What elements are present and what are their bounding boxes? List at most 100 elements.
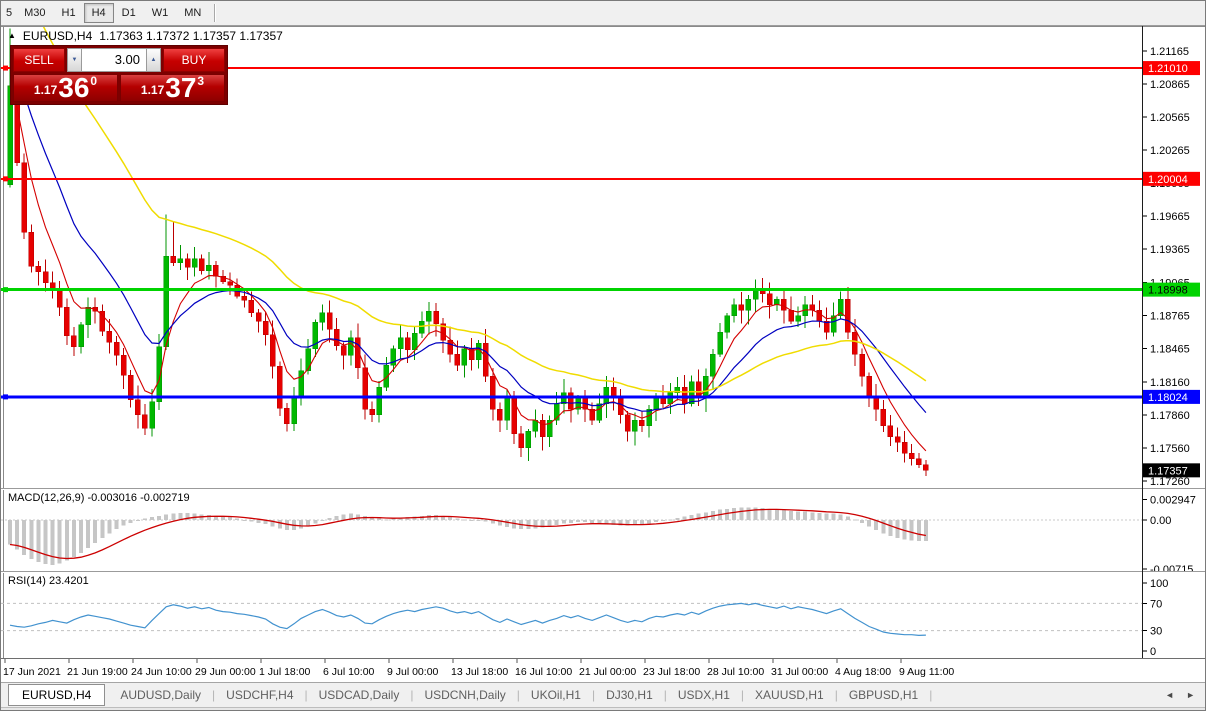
chart-tab-eurusd-h4[interactable]: EURUSD,H4 <box>8 684 106 706</box>
chart-tab-usdcad-daily[interactable]: USDCAD,Daily <box>309 685 410 705</box>
macd-histogram-bar <box>703 512 708 520</box>
tab-separator: | <box>740 688 745 702</box>
macd-histogram-bar <box>583 520 588 523</box>
timeframe-button-mn[interactable]: MN <box>176 3 209 23</box>
chart-tab-dj30-h1[interactable]: DJ30,H1 <box>596 685 663 705</box>
buy-price-display[interactable]: 1.17 37 3 <box>120 74 225 102</box>
chart-tab-xauusd-h1[interactable]: XAUUSD,H1 <box>745 685 834 705</box>
macd-histogram-bar <box>590 520 595 523</box>
macd-histogram-bar <box>150 517 154 520</box>
candle-body <box>660 398 666 405</box>
macd-histogram-bar <box>561 520 566 524</box>
macd-histogram-bar <box>789 510 793 520</box>
candle-body <box>525 431 532 449</box>
chart-tab-usdx-h1[interactable]: USDX,H1 <box>668 685 740 705</box>
timeframe-button-h1[interactable]: H1 <box>54 3 84 23</box>
sell-button[interactable]: SELL <box>13 48 65 72</box>
chart-frame: 1.211651.208651.205651.202651.199651.196… <box>1 26 1206 682</box>
volume-spinner: ▼ 3.00 ▲ <box>67 48 161 72</box>
candle-body <box>845 299 851 333</box>
candle-body <box>248 300 255 313</box>
chart-tab-audusd-daily[interactable]: AUDUSD,Daily <box>110 685 211 705</box>
price-tick-label: 1.18465 <box>1150 343 1190 355</box>
time-axis-label: 16 Jul 10:00 <box>515 666 572 678</box>
volume-increase-icon[interactable]: ▲ <box>146 48 161 72</box>
candle-body <box>106 331 113 343</box>
macd-histogram-bar <box>221 516 225 520</box>
toolbar-separator <box>214 4 217 22</box>
hline-handle[interactable] <box>3 176 8 182</box>
time-axis-label: 9 Jul 00:00 <box>387 666 439 678</box>
chart-tab-gbpusd-h1[interactable]: GBPUSD,H1 <box>839 685 928 705</box>
price-tick-label: 1.18160 <box>1150 377 1190 389</box>
tabs-scroll-left-icon[interactable]: ◄ <box>1165 690 1174 700</box>
candle-body <box>710 354 716 377</box>
candle-body <box>213 264 219 277</box>
volume-input[interactable]: 3.00 <box>82 48 146 72</box>
price-tick-label: 1.17560 <box>1150 443 1190 455</box>
time-axis-label: 4 Aug 18:00 <box>835 666 891 678</box>
timeframe-button-5[interactable]: 5 <box>2 3 16 23</box>
timeframe-button-w1[interactable]: W1 <box>144 3 177 23</box>
macd-histogram-bar <box>448 517 453 520</box>
price-tick-label: 1.20265 <box>1150 145 1190 157</box>
volume-decrease-icon[interactable]: ▼ <box>67 48 82 72</box>
timeframe-button-m30[interactable]: M30 <box>16 3 53 23</box>
chart-canvas[interactable]: 1.211651.208651.205651.202651.199651.196… <box>1 26 1206 682</box>
macd-histogram-bar <box>568 520 573 523</box>
chart-background[interactable] <box>1 26 1206 682</box>
collapse-panel-icon[interactable]: ▲ <box>8 31 16 41</box>
macd-histogram-bar <box>36 520 41 562</box>
macd-histogram-bar <box>43 520 48 565</box>
candle-body <box>120 355 127 376</box>
candle-body <box>639 420 645 427</box>
price-tick-label: 1.19365 <box>1150 244 1190 256</box>
hline-handle[interactable] <box>3 65 8 71</box>
tabs-scroll-right-icon[interactable]: ► <box>1186 690 1195 700</box>
macd-histogram-bar <box>547 520 552 527</box>
time-axis-label: 21 Jun 19:00 <box>67 666 128 678</box>
macd-histogram-bar <box>71 520 76 558</box>
chart-tab-usdcnh-daily[interactable]: USDCNH,Daily <box>414 685 515 705</box>
candle-body <box>887 425 894 438</box>
macd-histogram-bar <box>164 514 169 520</box>
buy-button[interactable]: BUY <box>163 48 225 72</box>
candle-body <box>901 442 908 454</box>
candle-body <box>475 343 482 361</box>
candle-body <box>262 321 269 335</box>
candle-body <box>504 398 510 421</box>
macd-histogram-bar <box>746 507 751 520</box>
macd-histogram-bar <box>334 515 339 520</box>
price-badge-label: 1.18998 <box>1148 285 1188 297</box>
price-tick-label: 1.17260 <box>1150 476 1190 488</box>
hline-handle[interactable] <box>3 287 8 293</box>
price-badge-label: 1.20004 <box>1148 174 1188 186</box>
sell-price-display[interactable]: 1.17 36 0 <box>13 74 118 102</box>
timeframe-button-d1[interactable]: D1 <box>114 3 144 23</box>
price-tick-label: 1.17860 <box>1150 410 1190 422</box>
macd-histogram-bar <box>8 520 12 545</box>
chart-tab-usdchf-h4[interactable]: USDCHF,H4 <box>216 685 303 705</box>
chart-symbol-period: EURUSD,H4 <box>22 29 93 43</box>
candle-body <box>64 306 70 336</box>
hline-handle[interactable] <box>3 394 8 400</box>
timeframe-button-h4[interactable]: H4 <box>83 3 114 23</box>
time-axis-label: 28 Jul 10:00 <box>707 666 764 678</box>
candle-body <box>731 304 737 317</box>
candle-body <box>738 304 745 311</box>
candle-body <box>35 266 42 273</box>
price-badge-label: 1.18024 <box>1148 392 1188 404</box>
time-axis-label: 6 Jul 10:00 <box>323 666 375 678</box>
macd-histogram-bar <box>817 513 822 520</box>
chart-tab-ukoil-h1[interactable]: UKOil,H1 <box>521 685 591 705</box>
tab-separator: | <box>929 688 933 702</box>
macd-histogram-bar <box>774 509 779 520</box>
macd-histogram-bar <box>29 520 34 560</box>
time-axis-label: 9 Aug 11:00 <box>899 666 954 678</box>
candle-body <box>724 315 730 333</box>
candle-body <box>511 398 517 434</box>
candle-body <box>241 295 248 301</box>
candle-body <box>781 299 787 311</box>
macd-histogram-bar <box>888 520 893 537</box>
macd-histogram-bar <box>142 518 147 520</box>
